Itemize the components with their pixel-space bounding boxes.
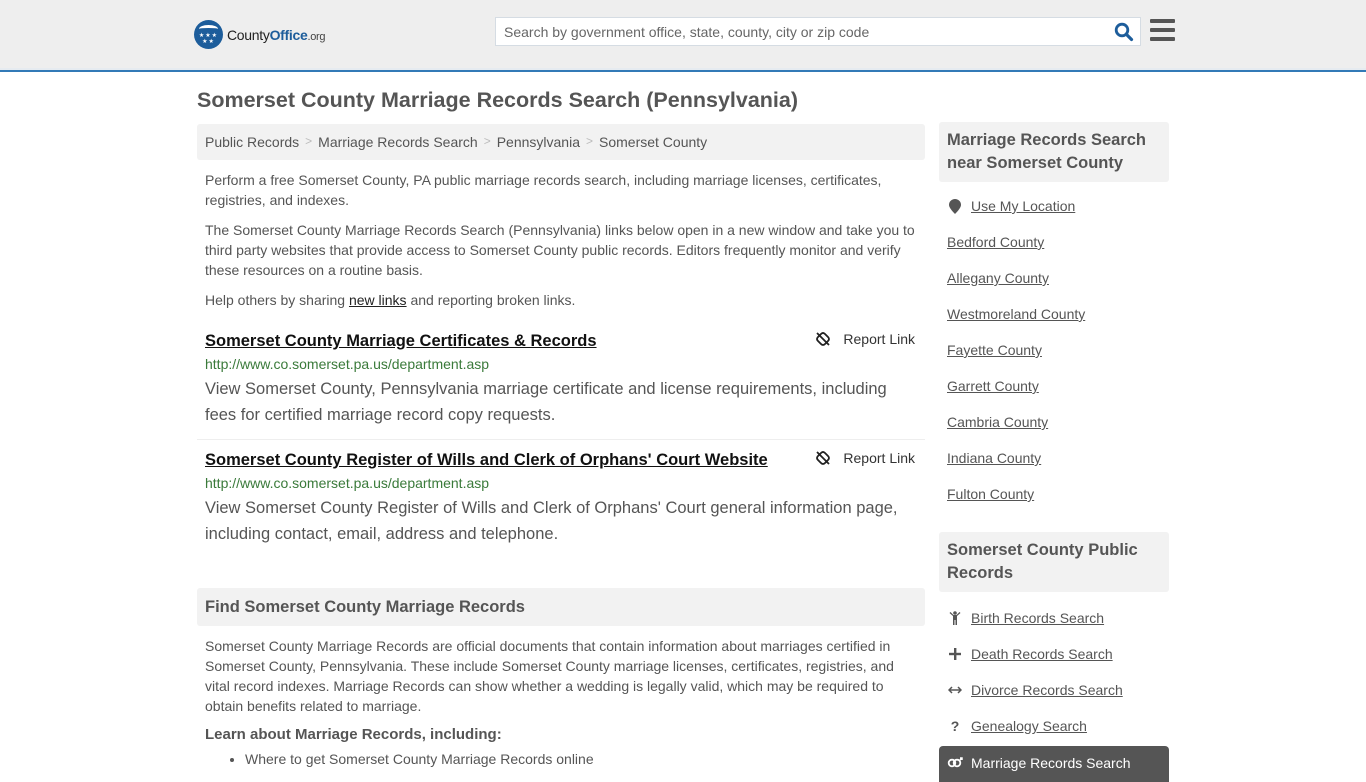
list-item: Where to get Somerset County Marriage Re…: [245, 751, 925, 767]
result-description: View Somerset County Register of Wills a…: [205, 499, 898, 543]
genealogy-item: ? Genealogy Search: [947, 708, 1161, 744]
county-link-indiana[interactable]: Indiana County: [947, 450, 1041, 466]
nearby-county-item: Bedford County: [947, 224, 1161, 260]
find-records-heading: Find Somerset County Marriage Records: [197, 588, 925, 626]
new-links-link[interactable]: new links: [349, 292, 407, 308]
search-box: [495, 17, 1141, 46]
arrows-horizontal-icon: [947, 685, 963, 695]
disclaimer-paragraph: The Somerset County Marriage Records Sea…: [205, 222, 915, 278]
result-title-link[interactable]: Somerset County Register of Wills and Cl…: [205, 450, 768, 470]
breadcrumb: Public Records > Marriage Records Search…: [197, 124, 925, 160]
county-link-fayette[interactable]: Fayette County: [947, 342, 1042, 358]
genealogy-link[interactable]: Genealogy Search: [971, 718, 1087, 734]
death-records-item: Death Records Search: [947, 636, 1161, 672]
divorce-records-item: Divorce Records Search: [947, 672, 1161, 708]
county-link-garrett[interactable]: Garrett County: [947, 378, 1039, 394]
report-link-button[interactable]: Report Link: [815, 331, 915, 347]
child-icon: [947, 611, 963, 625]
search-input[interactable]: [496, 18, 1106, 45]
hamburger-menu-icon[interactable]: [1150, 19, 1175, 41]
nearby-search-heading: Marriage Records Search near Somerset Co…: [939, 122, 1169, 182]
death-records-link[interactable]: Death Records Search: [971, 646, 1113, 662]
broken-link-icon: [816, 451, 831, 465]
nearby-county-item: Cambria County: [947, 404, 1161, 440]
nearby-county-item: Allegany County: [947, 260, 1161, 296]
site-logo[interactable]: ★★★ ★★ CountyOffice.org: [194, 20, 326, 49]
public-records-heading: Somerset County Public Records: [939, 532, 1169, 592]
use-my-location-link[interactable]: Use My Location: [971, 198, 1075, 214]
divorce-records-link[interactable]: Divorce Records Search: [971, 682, 1123, 698]
county-link-allegany[interactable]: Allegany County: [947, 270, 1049, 286]
birth-records-item: Birth Records Search: [947, 600, 1161, 636]
marriage-icon: [947, 755, 963, 771]
logo-eagle-icon: ★★★ ★★: [194, 20, 223, 49]
birth-records-link[interactable]: Birth Records Search: [971, 610, 1104, 626]
learn-about-list: Where to get Somerset County Marriage Re…: [197, 751, 925, 767]
county-link-bedford[interactable]: Bedford County: [947, 234, 1044, 250]
breadcrumb-marriage-records-search[interactable]: Marriage Records Search: [318, 134, 478, 150]
broken-link-icon: [816, 332, 831, 346]
nearby-county-item: Indiana County: [947, 440, 1161, 476]
cross-icon: [947, 648, 963, 660]
marriage-records-label: Marriage Records Search: [971, 755, 1131, 771]
county-link-fulton[interactable]: Fulton County: [947, 486, 1034, 502]
find-records-paragraph: Somerset County Marriage Records are off…: [205, 638, 894, 714]
breadcrumb-public-records[interactable]: Public Records: [205, 134, 299, 150]
search-icon[interactable]: [1114, 22, 1134, 42]
county-link-westmoreland[interactable]: Westmoreland County: [947, 306, 1085, 322]
learn-about-heading: Learn about Marriage Records, including:: [205, 726, 502, 743]
main-content: Public Records > Marriage Records Search…: [197, 124, 925, 767]
result-url: http://www.co.somerset.pa.us/department.…: [205, 475, 490, 491]
breadcrumb-somerset-county[interactable]: Somerset County: [599, 134, 707, 150]
breadcrumb-separator: >: [483, 134, 491, 148]
nearby-county-item: Fulton County: [947, 476, 1161, 512]
report-link-button[interactable]: Report Link: [815, 450, 915, 466]
sidebar: Marriage Records Search near Somerset Co…: [939, 122, 1169, 782]
intro-paragraph: Perform a free Somerset County, PA publi…: [205, 172, 882, 208]
public-records-list: Birth Records Search Death Records Searc…: [939, 600, 1169, 744]
result-title-link[interactable]: Somerset County Marriage Certificates & …: [205, 331, 597, 351]
breadcrumb-separator: >: [585, 134, 593, 148]
question-icon: ?: [950, 718, 960, 734]
nearby-county-list: Use My Location Bedford County Allegany …: [939, 188, 1169, 512]
logo-text: CountyOffice.org: [227, 26, 326, 43]
map-marker-icon: [947, 198, 963, 214]
result-item: Somerset County Marriage Certificates & …: [197, 331, 925, 440]
nearby-county-item: Fayette County: [947, 332, 1161, 368]
use-my-location-item: Use My Location: [947, 188, 1161, 224]
nearby-county-item: Garrett County: [947, 368, 1161, 404]
county-link-cambria[interactable]: Cambria County: [947, 414, 1048, 430]
result-item: Somerset County Register of Wills and Cl…: [197, 450, 925, 547]
page-title: Somerset County Marriage Records Search …: [197, 88, 799, 112]
marriage-records-active-item[interactable]: Marriage Records Search: [939, 746, 1169, 782]
site-header: ★★★ ★★ CountyOffice.org: [0, 0, 1366, 72]
share-links-paragraph: Help others by sharing new links and rep…: [205, 292, 576, 308]
breadcrumb-pennsylvania[interactable]: Pennsylvania: [497, 134, 580, 150]
breadcrumb-separator: >: [305, 134, 313, 148]
nearby-county-item: Westmoreland County: [947, 296, 1161, 332]
result-url: http://www.co.somerset.pa.us/department.…: [205, 356, 490, 372]
result-description: View Somerset County, Pennsylvania marri…: [205, 380, 887, 424]
